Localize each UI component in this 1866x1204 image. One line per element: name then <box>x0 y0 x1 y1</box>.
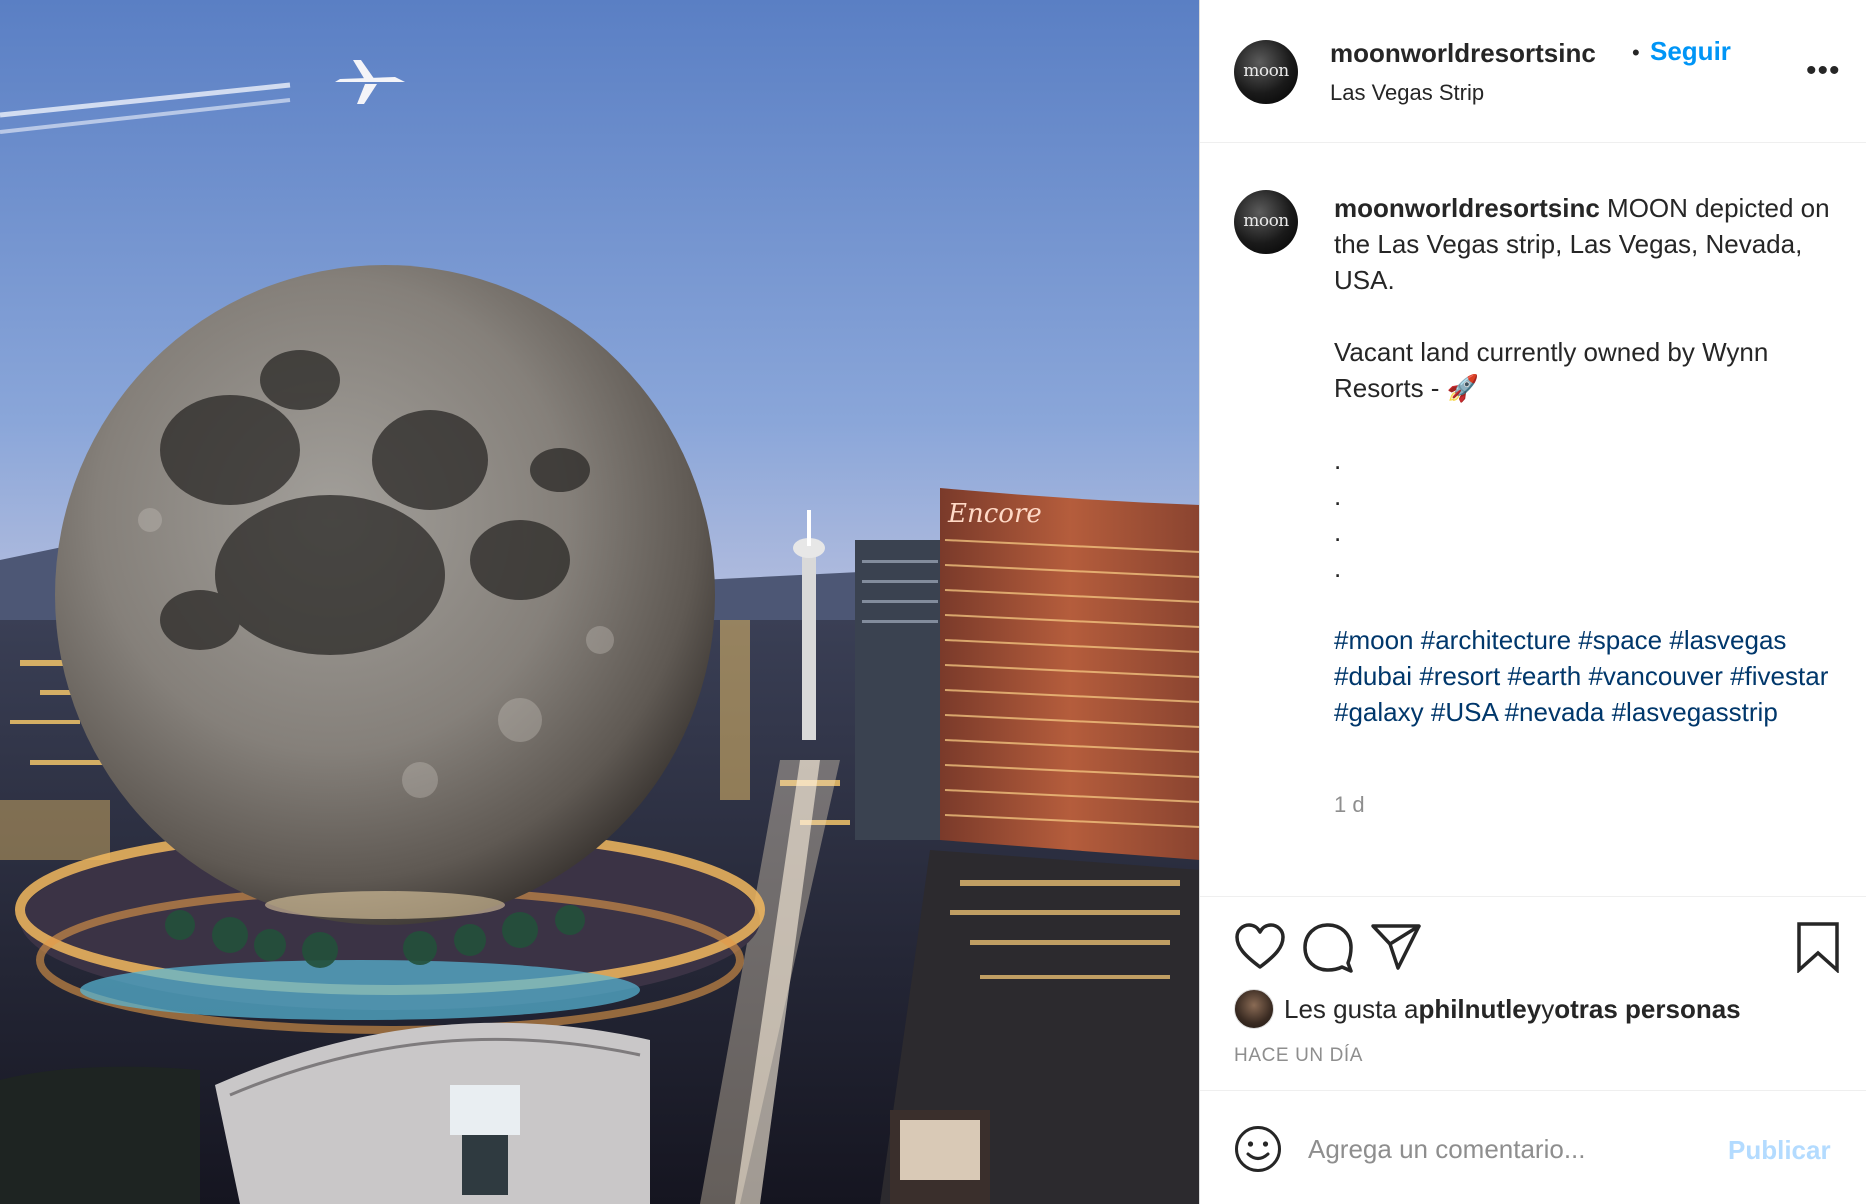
caption-username-link[interactable]: moonworldresortsinc <box>1334 193 1600 223</box>
smiley-icon[interactable] <box>1234 1125 1282 1173</box>
hashtag-link[interactable]: #architecture <box>1421 625 1571 655</box>
paper-plane-icon[interactable] <box>1370 923 1422 971</box>
header-separator: • <box>1632 40 1640 65</box>
caption-timestamp[interactable]: 1 d <box>1334 792 1365 818</box>
caption-hashtags: #moon #architecture #space #lasvegas #du… <box>1334 622 1854 730</box>
location-link[interactable]: Las Vegas Strip <box>1330 80 1484 106</box>
more-options-icon[interactable]: ••• <box>1806 56 1841 86</box>
liker-avatar[interactable] <box>1234 989 1274 1029</box>
hashtag-link[interactable]: #resort <box>1419 661 1500 691</box>
comment-icon[interactable] <box>1302 923 1354 973</box>
post-actions: Les gusta a philnutley y otras personas … <box>1200 896 1866 1090</box>
likes-prefix: Les gusta a <box>1284 993 1419 1024</box>
post-date[interactable]: HACE UN DÍA <box>1234 1045 1363 1067</box>
hashtag-link[interactable]: #lasvegas <box>1669 625 1786 655</box>
hashtag-link[interactable]: #vancouver <box>1588 661 1722 691</box>
encore-sign: Encore <box>947 499 1042 529</box>
hashtag-link[interactable]: #dubai <box>1334 661 1412 691</box>
moon-resort-render: Encore <box>0 0 1200 1204</box>
caption-dots: . . . . <box>1334 442 1854 586</box>
caption-dot: . <box>1334 445 1342 475</box>
caption-dot: . <box>1334 481 1342 511</box>
hashtag-link[interactable]: #moon <box>1334 625 1414 655</box>
avatar-logo-text: moon <box>1243 61 1289 81</box>
caption-dot: . <box>1334 517 1342 547</box>
heart-icon[interactable] <box>1234 923 1286 971</box>
hashtag-link[interactable]: #galaxy <box>1334 697 1424 727</box>
caption-first-paragraph: moonworldresortsinc MOON depicted on the… <box>1334 190 1854 298</box>
caption-second-paragraph: Vacant land currently owned by Wynn Reso… <box>1334 337 1769 403</box>
author-username-link[interactable]: moonworldresortsinc <box>1330 38 1596 69</box>
hashtag-link[interactable]: #fivestar <box>1730 661 1828 691</box>
hashtag-link[interactable]: #USA <box>1431 697 1498 727</box>
hashtag-link[interactable]: #earth <box>1507 661 1581 691</box>
comment-input[interactable] <box>1308 1127 1708 1171</box>
liker-username-link[interactable]: philnutley <box>1418 994 1541 1025</box>
caption-author-avatar[interactable]: moon <box>1234 190 1298 254</box>
author-avatar[interactable]: moon <box>1234 40 1298 104</box>
add-comment-bar: Publicar <box>1200 1090 1866 1204</box>
bookmark-icon[interactable] <box>1796 921 1840 973</box>
likes-summary: Les gusta a philnutley y otras personas <box>1234 989 1741 1029</box>
follow-button[interactable]: Seguir <box>1650 36 1731 67</box>
post-side-panel: moon moonworldresortsinc • Seguir Las Ve… <box>1200 0 1866 1204</box>
post-photo[interactable]: Encore <box>0 0 1200 1204</box>
post-header: moon moonworldresortsinc • Seguir Las Ve… <box>1200 0 1866 143</box>
hashtag-link[interactable]: #space <box>1578 625 1662 655</box>
post-caption: moonworldresortsinc MOON depicted on the… <box>1334 190 1854 730</box>
likes-middle: y <box>1541 993 1555 1024</box>
caption-avatar-logo-text: moon <box>1243 211 1289 231</box>
hashtag-link[interactable]: #lasvegasstrip <box>1612 697 1778 727</box>
other-likers-link[interactable]: otras personas <box>1554 994 1740 1025</box>
caption-dot: . <box>1334 553 1342 583</box>
publish-button[interactable]: Publicar <box>1728 1135 1831 1166</box>
hashtag-link[interactable]: #nevada <box>1505 697 1605 727</box>
